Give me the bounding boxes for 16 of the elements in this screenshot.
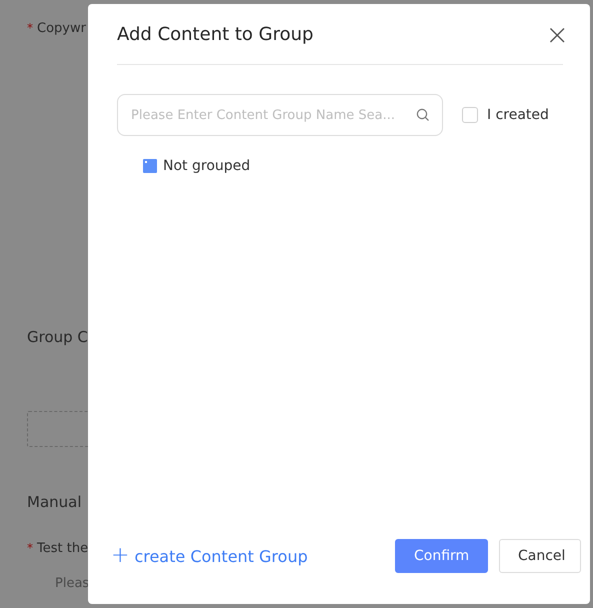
search-field[interactable]: Please Enter Content Group Name Sea... [117, 94, 443, 136]
field-label: Test the [37, 541, 88, 556]
close-button[interactable]: × [546, 20, 569, 48]
folder-icon [143, 159, 157, 173]
create-group-link[interactable]: + create Content Group [111, 545, 308, 567]
section-heading: Manual [27, 493, 82, 511]
group-item[interactable]: Not grouped [143, 158, 563, 174]
search-icon [416, 108, 430, 122]
required-asterisk: * [27, 21, 33, 35]
section-heading: Group C [27, 328, 88, 346]
checkbox[interactable] [462, 107, 478, 123]
required-asterisk: * [27, 541, 33, 555]
dialog-title: Add Content to Group [117, 24, 314, 45]
field-label: Copywr [37, 21, 86, 36]
checkbox-label: I created [487, 107, 549, 123]
cancel-button[interactable]: Cancel [499, 539, 581, 573]
